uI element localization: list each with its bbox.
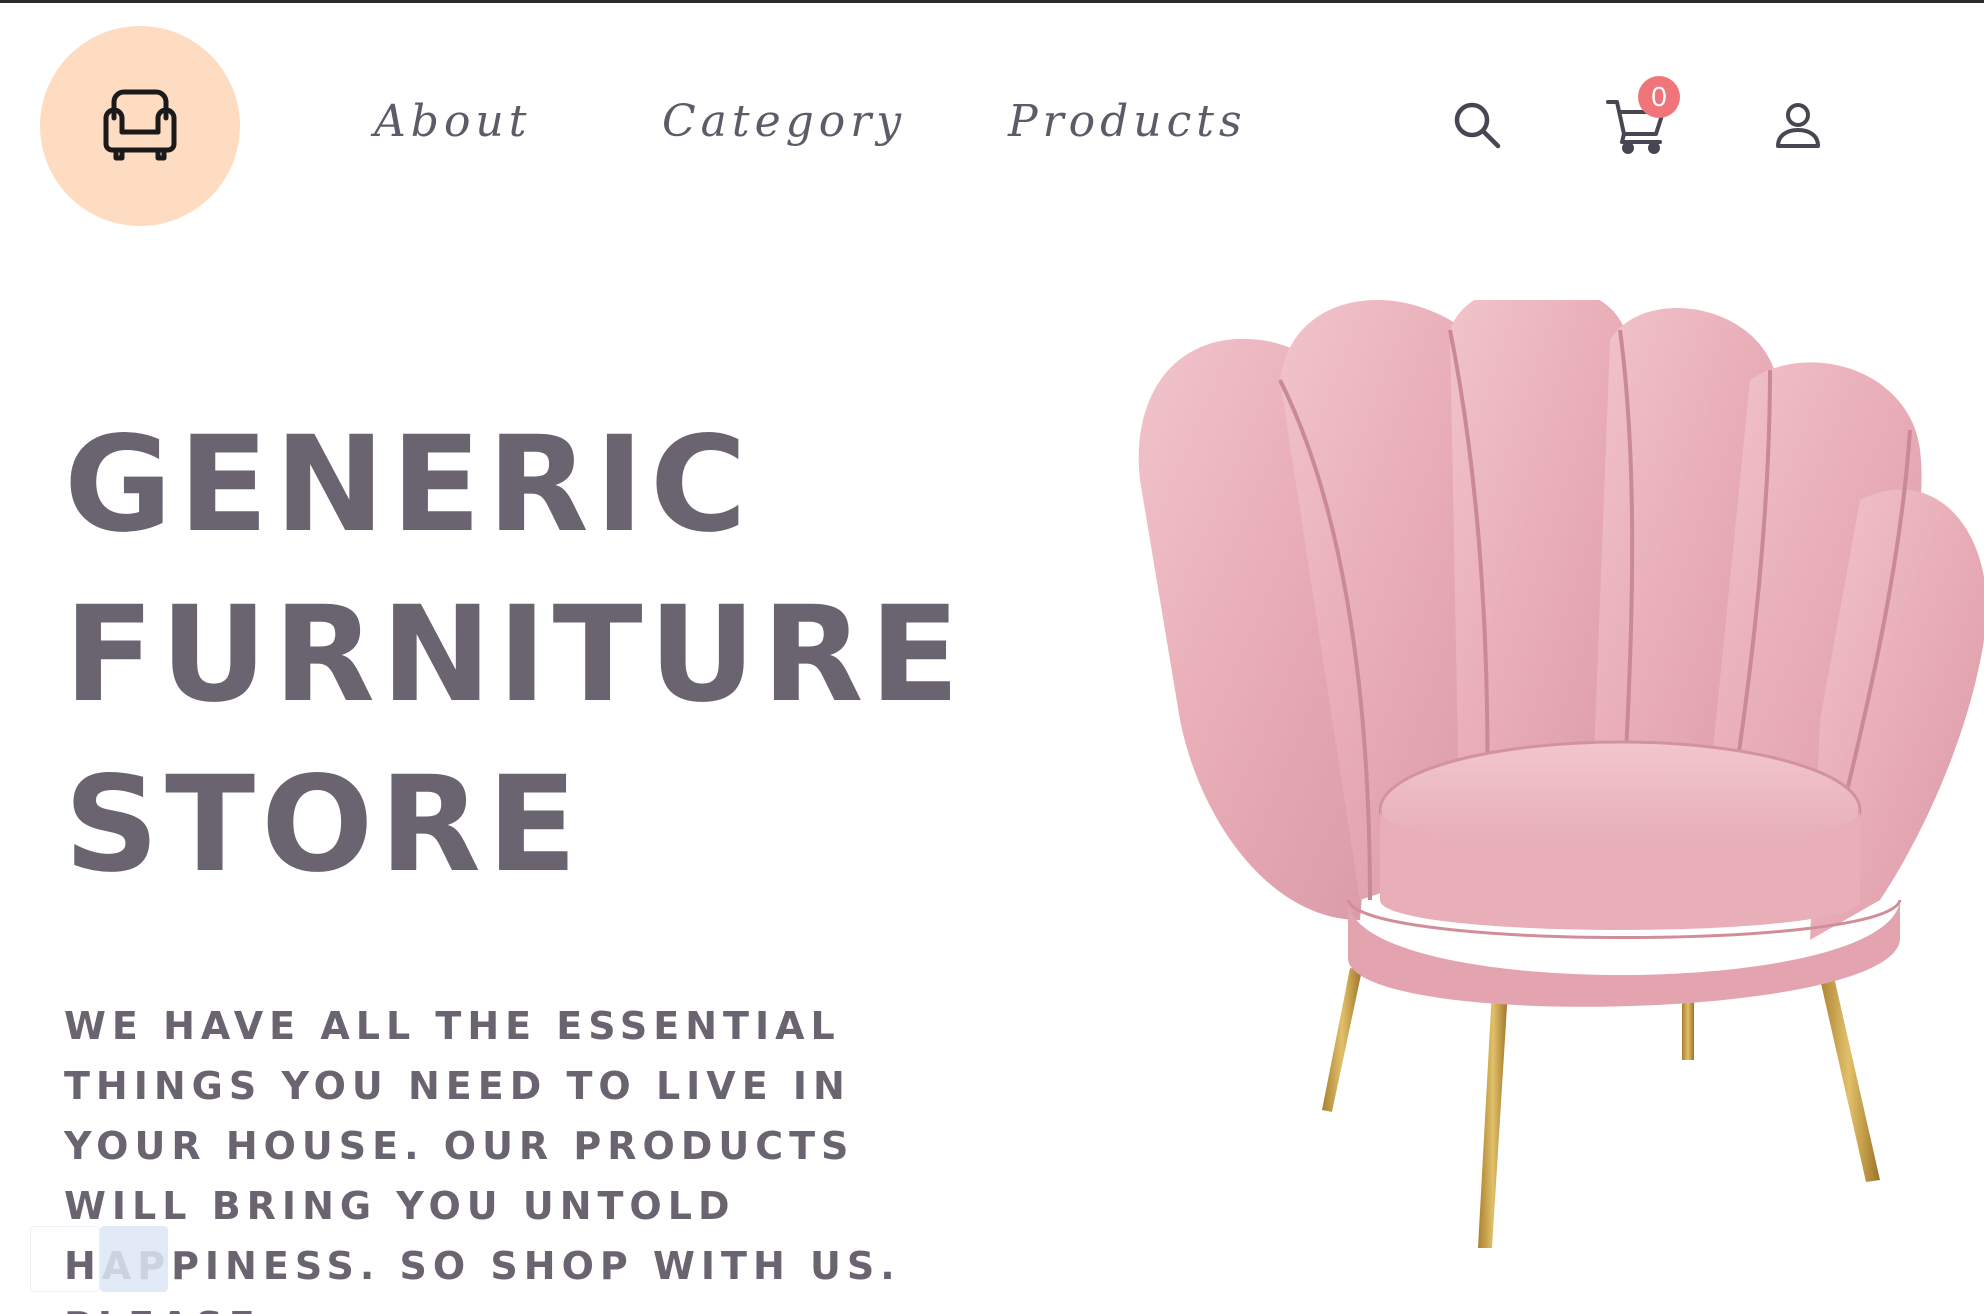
top-border bbox=[0, 0, 1984, 3]
hero-tagline: WE HAVE ALL THE ESSENTIAL THINGS YOU NEE… bbox=[64, 1004, 901, 1314]
corner-overlay bbox=[30, 1226, 100, 1292]
hero-title-line-3: STORE bbox=[64, 748, 584, 902]
nav-about-link[interactable]: About bbox=[374, 96, 531, 147]
hero-title-line-2: FURNITURE bbox=[64, 578, 966, 732]
landing-page: About Category Products 0 GENERIC FURNIT… bbox=[0, 0, 1984, 1314]
search-icon bbox=[1454, 102, 1501, 149]
hero-title: GENERIC FURNITURE STORE bbox=[64, 400, 964, 910]
search-button[interactable] bbox=[1448, 96, 1508, 156]
armchair-icon bbox=[103, 89, 177, 161]
hero-title-line-1: GENERIC bbox=[64, 408, 753, 562]
cart-count-badge: 0 bbox=[1638, 76, 1680, 118]
nav-products-link[interactable]: Products bbox=[1008, 96, 1247, 147]
logo-button[interactable] bbox=[40, 26, 240, 226]
corner-widget[interactable] bbox=[100, 1226, 168, 1292]
account-button[interactable] bbox=[1770, 98, 1826, 154]
user-icon bbox=[1776, 103, 1820, 148]
pink-armchair-image bbox=[1138, 300, 1984, 1248]
nav-category-link[interactable]: Category bbox=[662, 96, 906, 147]
